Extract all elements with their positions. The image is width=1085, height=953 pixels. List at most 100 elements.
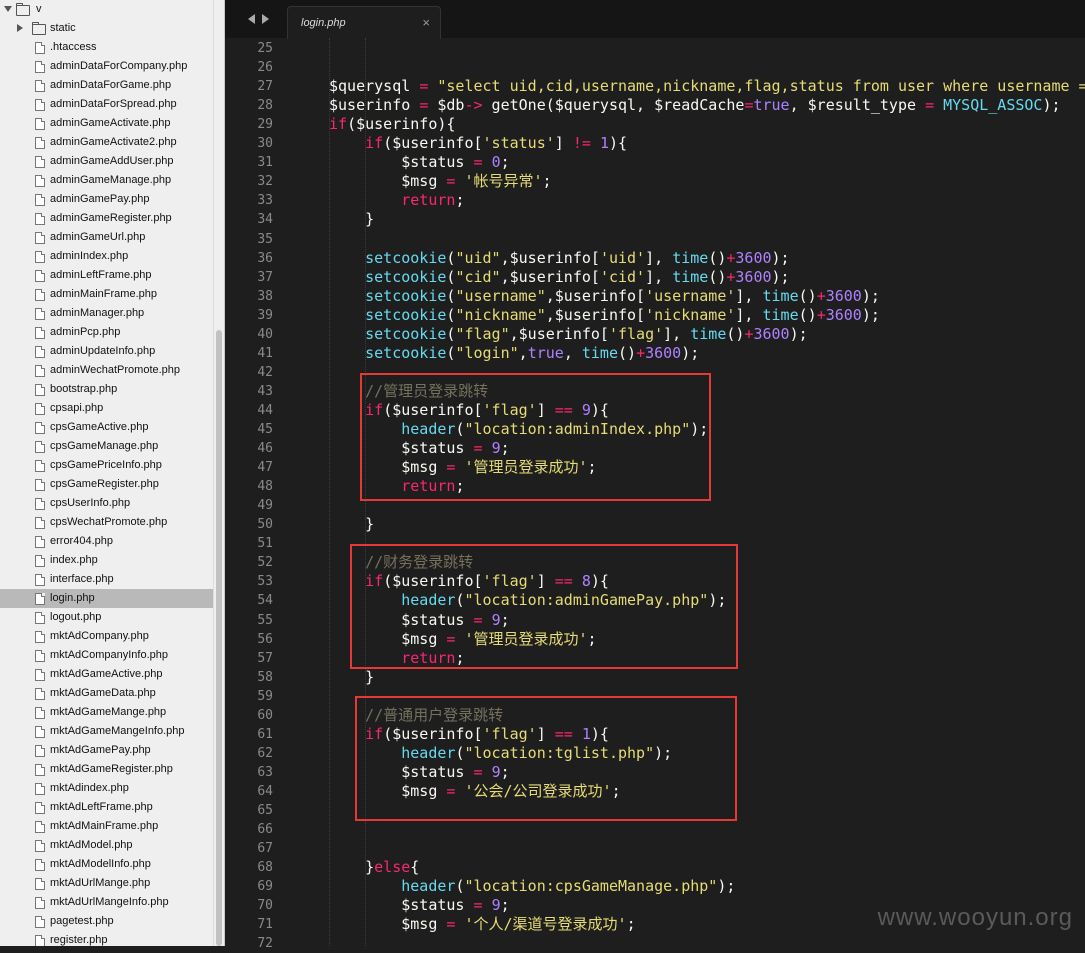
- file-icon: [35, 764, 45, 776]
- file-tree-item[interactable]: adminIndex.php: [0, 247, 224, 266]
- file-icon: [35, 612, 45, 624]
- file-tree-item[interactable]: adminMainFrame.php: [0, 285, 224, 304]
- file-tree-item[interactable]: register.php: [0, 931, 224, 946]
- code-line: }: [329, 515, 374, 534]
- file-tree-item[interactable]: cpsUserInfo.php: [0, 494, 224, 513]
- line-number: 68: [257, 860, 273, 876]
- code-token: );: [861, 305, 880, 324]
- file-tree-item[interactable]: adminGameUrl.php: [0, 228, 224, 247]
- file-tree-item[interactable]: mktAdGameData.php: [0, 684, 224, 703]
- file-icon: [35, 346, 45, 358]
- tree-folder-static[interactable]: static: [0, 19, 224, 38]
- sidebar-scrollbar[interactable]: [213, 0, 224, 946]
- file-tree-item[interactable]: .htaccess: [0, 38, 224, 57]
- file-icon: [35, 365, 45, 377]
- file-tree-item[interactable]: mktAdLeftFrame.php: [0, 798, 224, 817]
- file-tree-item[interactable]: mktAdCompany.php: [0, 627, 224, 646]
- code-token: ],: [645, 248, 673, 267]
- file-tree-item[interactable]: login.php: [0, 589, 224, 608]
- code-line: $userinfo = $db-> getOne($querysql, $rea…: [329, 96, 1061, 115]
- file-tree-item[interactable]: adminGamePay.php: [0, 190, 224, 209]
- tree-root-folder[interactable]: v: [0, 0, 224, 19]
- file-icon: [35, 80, 45, 92]
- tab-bar: login.php ×: [225, 0, 1085, 39]
- file-icon: [35, 42, 45, 54]
- file-tree-item[interactable]: adminManager.php: [0, 304, 224, 323]
- file-name: adminGameManage.php: [50, 174, 172, 186]
- file-tree-item[interactable]: mktAdModel.php: [0, 836, 224, 855]
- line-number: 30: [257, 136, 273, 152]
- file-tree-item[interactable]: adminDataForGame.php: [0, 76, 224, 95]
- file-tree-item[interactable]: mktAdCompanyInfo.php: [0, 646, 224, 665]
- file-tree-item[interactable]: mktAdGameMangeInfo.php: [0, 722, 224, 741]
- file-tree-item[interactable]: mktAdUrlMangeInfo.php: [0, 893, 224, 912]
- line-number: 36: [257, 250, 273, 266]
- file-tree-item[interactable]: cpsGameRegister.php: [0, 475, 224, 494]
- file-tree-item[interactable]: mktAdindex.php: [0, 779, 224, 798]
- file-tree-item[interactable]: adminGameManage.php: [0, 171, 224, 190]
- file-tree-item[interactable]: cpsWechatPromote.php: [0, 513, 224, 532]
- file-icon: [35, 403, 45, 415]
- highlight-box: [360, 373, 711, 501]
- file-tree-item[interactable]: interface.php: [0, 570, 224, 589]
- file-tree-item[interactable]: adminDataForCompany.php: [0, 57, 224, 76]
- tab-nav-left-icon[interactable]: [248, 14, 255, 24]
- tab-login-php[interactable]: login.php ×: [287, 6, 441, 39]
- code-token: '帐号异常': [464, 172, 543, 191]
- line-number: 44: [257, 402, 273, 418]
- file-icon: [35, 631, 45, 643]
- file-tree-item[interactable]: cpsGamePriceInfo.php: [0, 456, 224, 475]
- file-name: logout.php: [50, 611, 102, 623]
- file-tree-item[interactable]: mktAdGameRegister.php: [0, 760, 224, 779]
- sidebar-scrollbar-thumb[interactable]: [216, 330, 222, 946]
- file-tree-item[interactable]: bootstrap.php: [0, 380, 224, 399]
- code-token: $msg: [329, 172, 447, 191]
- tab-nav-right-icon[interactable]: [262, 14, 269, 24]
- code-token: , $result_type: [789, 96, 926, 115]
- file-tree-item[interactable]: adminWechatPromote.php: [0, 361, 224, 380]
- file-tree-item[interactable]: adminUpdateInfo.php: [0, 342, 224, 361]
- file-tree-item[interactable]: error404.php: [0, 532, 224, 551]
- file-tree-item[interactable]: cpsGameManage.php: [0, 437, 224, 456]
- file-tree-item[interactable]: mktAdMainFrame.php: [0, 817, 224, 836]
- file-tree-item[interactable]: adminGameActivate2.php: [0, 133, 224, 152]
- line-number: 49: [257, 498, 273, 514]
- file-tree-item[interactable]: adminGameActivate.php: [0, 114, 224, 133]
- file-tree-item[interactable]: adminGameAddUser.php: [0, 152, 224, 171]
- file-tree-item[interactable]: mktAdUrlMange.php: [0, 874, 224, 893]
- file-name: adminGameRegister.php: [50, 212, 172, 224]
- file-tree-item[interactable]: adminDataForSpread.php: [0, 95, 224, 114]
- chevron-down-icon[interactable]: [4, 6, 12, 12]
- file-icon: [35, 460, 45, 472]
- file-name: adminPcp.php: [50, 326, 121, 338]
- file-icon: [35, 156, 45, 168]
- file-name: cpsGameRegister.php: [50, 478, 159, 490]
- file-name: mktAdGameMangeInfo.php: [50, 725, 185, 737]
- code-token: ,: [518, 343, 528, 362]
- file-tree-item[interactable]: pagetest.php: [0, 912, 224, 931]
- file-tree-item[interactable]: mktAdGameMange.php: [0, 703, 224, 722]
- line-number: 35: [257, 231, 273, 247]
- file-tree-item[interactable]: adminPcp.php: [0, 323, 224, 342]
- close-icon[interactable]: ×: [422, 15, 430, 30]
- file-tree-item[interactable]: cpsGameActive.php: [0, 418, 224, 437]
- file-tree-item[interactable]: adminLeftFrame.php: [0, 266, 224, 285]
- file-tree-item[interactable]: mktAdGamePay.php: [0, 741, 224, 760]
- file-tree-item[interactable]: mktAdGameActive.php: [0, 665, 224, 684]
- line-number: 26: [257, 60, 273, 76]
- chevron-right-icon[interactable]: [17, 24, 23, 32]
- line-number: 64: [257, 783, 273, 799]
- code-token: ;: [542, 172, 552, 191]
- file-tree-item[interactable]: cpsapi.php: [0, 399, 224, 418]
- file-tree-item[interactable]: mktAdModelInfo.php: [0, 855, 224, 874]
- code-token: }: [329, 515, 375, 534]
- file-tree-item[interactable]: logout.php: [0, 608, 224, 627]
- file-name: adminMainFrame.php: [50, 288, 157, 300]
- file-icon: [35, 175, 45, 187]
- file-icon: [35, 479, 45, 491]
- file-icon: [35, 916, 45, 928]
- file-tree-item[interactable]: adminGameRegister.php: [0, 209, 224, 228]
- file-tree-item[interactable]: index.php: [0, 551, 224, 570]
